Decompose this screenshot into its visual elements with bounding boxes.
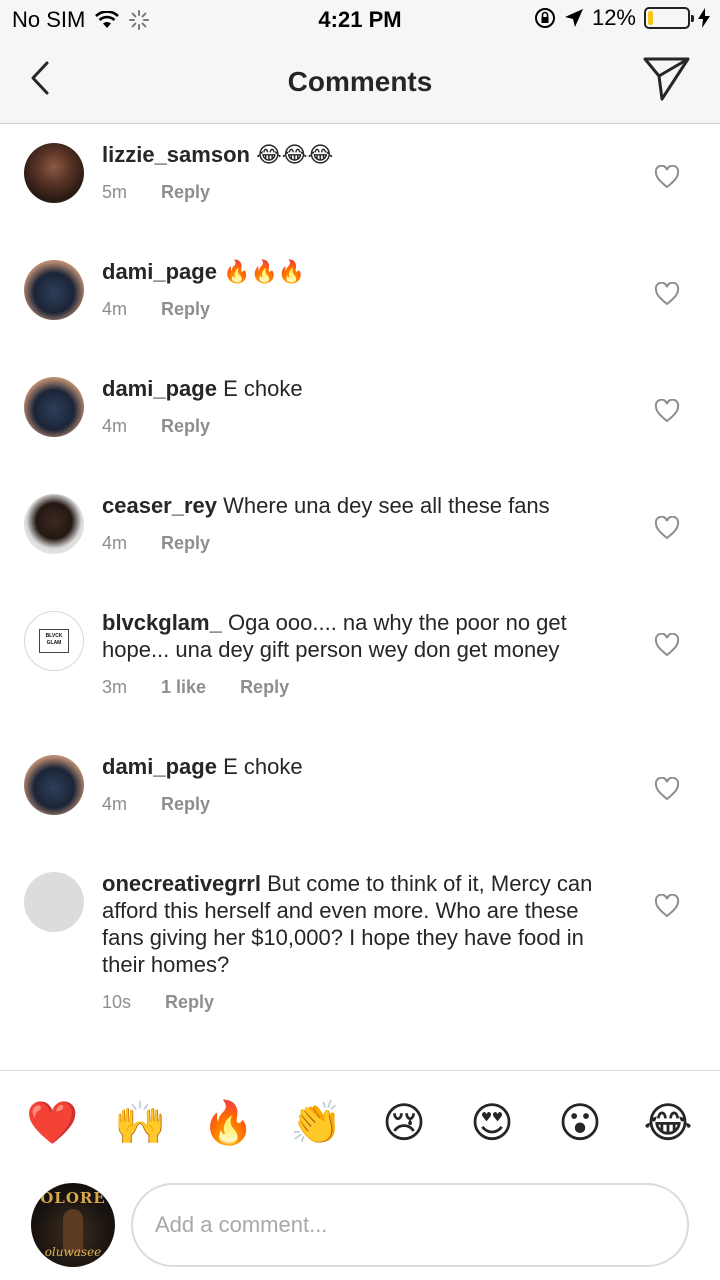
reply-button[interactable]: Reply bbox=[161, 533, 210, 554]
reply-button[interactable]: Reply bbox=[161, 182, 210, 203]
comment-meta: 4m Reply bbox=[102, 416, 210, 437]
reply-button[interactable]: Reply bbox=[240, 677, 289, 698]
emoji-heart-eyes-button[interactable]: 😍 bbox=[466, 1097, 518, 1149]
avatar[interactable] bbox=[24, 494, 84, 554]
reply-button[interactable]: Reply bbox=[161, 416, 210, 437]
heart-icon[interactable] bbox=[654, 894, 680, 918]
battery-percent: 12% bbox=[591, 5, 636, 30]
comment-item: ceaser_rey Where una dey see all these f… bbox=[0, 476, 720, 593]
comment-likes[interactable]: 1 like bbox=[161, 677, 206, 698]
comment-item: lizzie_samson 😂😂😂 5m Reply bbox=[0, 125, 720, 242]
comment-text: E choke bbox=[223, 754, 303, 779]
header: Comments bbox=[0, 40, 720, 124]
orientation-lock-icon bbox=[534, 8, 555, 28]
comment-body: onecreativegrrl But come to think of it,… bbox=[102, 870, 622, 978]
comment-item: BLVCK GLAM blvckglam_ Oga ooo.... na why… bbox=[0, 593, 720, 737]
emoji-fire-button[interactable]: 🔥 bbox=[202, 1097, 254, 1149]
page-title: Comments bbox=[287, 66, 433, 97]
comment-item: dami_page E choke 4m Reply bbox=[0, 359, 720, 476]
comment-item: onecreativegrrl But come to think of it,… bbox=[0, 854, 720, 1070]
comment-username[interactable]: lizzie_samson bbox=[102, 142, 250, 167]
emoji-surprised-button[interactable]: 😮 bbox=[554, 1097, 606, 1149]
comment-username[interactable]: dami_page bbox=[102, 259, 217, 284]
comment-time: 5m bbox=[102, 182, 128, 202]
emoji-heart-button[interactable]: ❤️ bbox=[26, 1097, 78, 1149]
comment-body: lizzie_samson 😂😂😂 bbox=[102, 141, 622, 168]
emoji-raised-hands-button[interactable]: 🙌 bbox=[114, 1097, 166, 1149]
comment-username[interactable]: dami_page bbox=[102, 376, 217, 401]
avatar[interactable] bbox=[24, 755, 84, 815]
comment-time: 10s bbox=[102, 992, 132, 1012]
emoji-clap-button[interactable]: 👏 bbox=[290, 1097, 342, 1149]
comment-input[interactable] bbox=[155, 1212, 665, 1238]
my-avatar[interactable]: OLORE oluwasee bbox=[31, 1183, 115, 1267]
comment-time: 4m bbox=[102, 416, 128, 436]
reply-button[interactable]: Reply bbox=[161, 299, 210, 320]
comment-meta: 4m Reply bbox=[102, 533, 210, 554]
avatar[interactable] bbox=[24, 377, 84, 437]
heart-icon[interactable] bbox=[654, 777, 680, 801]
avatar[interactable]: BLVCK GLAM bbox=[24, 611, 84, 671]
comment-username[interactable]: blvckglam_ bbox=[102, 610, 222, 635]
comment-meta: 4m Reply bbox=[102, 299, 210, 320]
location-arrow-icon bbox=[564, 9, 583, 27]
charging-bolt-icon bbox=[698, 8, 710, 28]
comment-meta: 5m Reply bbox=[102, 182, 210, 203]
comment-body: dami_page E choke bbox=[102, 753, 622, 780]
comment-username[interactable]: dami_page bbox=[102, 754, 217, 779]
reply-button[interactable]: Reply bbox=[165, 992, 214, 1013]
paper-plane-icon bbox=[643, 57, 690, 101]
comment-time: 4m bbox=[102, 533, 128, 553]
comment-body: blvckglam_ Oga ooo.... na why the poor n… bbox=[102, 609, 622, 663]
share-button[interactable] bbox=[642, 56, 692, 102]
reply-button[interactable]: Reply bbox=[161, 794, 210, 815]
avatar-brand-text: OLORE bbox=[40, 1189, 106, 1207]
avatar[interactable] bbox=[24, 872, 84, 932]
avatar-script-text: oluwasee bbox=[44, 1245, 102, 1259]
blvckglam-logo: BLVCK GLAM bbox=[39, 629, 69, 653]
comment-text: 🔥🔥🔥 bbox=[223, 259, 306, 284]
comment-body: dami_page E choke bbox=[102, 375, 622, 402]
avatar[interactable] bbox=[24, 260, 84, 320]
avatar[interactable] bbox=[24, 143, 84, 203]
comment-composer: ❤️ 🙌 🔥 👏 😢 😍 😮 😂 OLORE oluwasee bbox=[0, 1070, 720, 1280]
comment-time: 4m bbox=[102, 299, 128, 319]
comment-item: dami_page 🔥🔥🔥 4m Reply bbox=[0, 242, 720, 359]
heart-icon[interactable] bbox=[654, 516, 680, 540]
comment-time: 3m bbox=[102, 677, 128, 697]
heart-icon[interactable] bbox=[654, 282, 680, 306]
status-bar: No SIM 4:21 PM 12% bbox=[0, 0, 720, 40]
battery-level bbox=[648, 11, 653, 25]
comment-text: Where una dey see all these fans bbox=[223, 493, 550, 518]
comment-text: 😂😂😂 bbox=[256, 142, 334, 167]
comment-text: E choke bbox=[223, 376, 303, 401]
comment-username[interactable]: onecreativegrrl bbox=[102, 871, 261, 896]
emoji-laughing-button[interactable]: 😂 bbox=[642, 1097, 694, 1149]
heart-icon[interactable] bbox=[654, 633, 680, 657]
comment-body: dami_page 🔥🔥🔥 bbox=[102, 258, 622, 285]
comment-input-wrapper bbox=[131, 1183, 689, 1267]
comment-time: 4m bbox=[102, 794, 128, 814]
heart-icon[interactable] bbox=[654, 165, 680, 189]
comment-username[interactable]: ceaser_rey bbox=[102, 493, 217, 518]
comment-meta: 4m Reply bbox=[102, 794, 210, 815]
emoji-crying-button[interactable]: 😢 bbox=[378, 1097, 430, 1149]
quick-emoji-bar: ❤️ 🙌 🔥 👏 😢 😍 😮 😂 bbox=[0, 1097, 720, 1151]
comment-item: dami_page E choke 4m Reply bbox=[0, 737, 720, 854]
battery-icon bbox=[644, 7, 694, 29]
comment-meta: 3m 1 like Reply bbox=[102, 677, 289, 698]
comment-body: ceaser_rey Where una dey see all these f… bbox=[102, 492, 622, 519]
comment-meta: 10s Reply bbox=[102, 992, 214, 1013]
heart-icon[interactable] bbox=[654, 399, 680, 423]
